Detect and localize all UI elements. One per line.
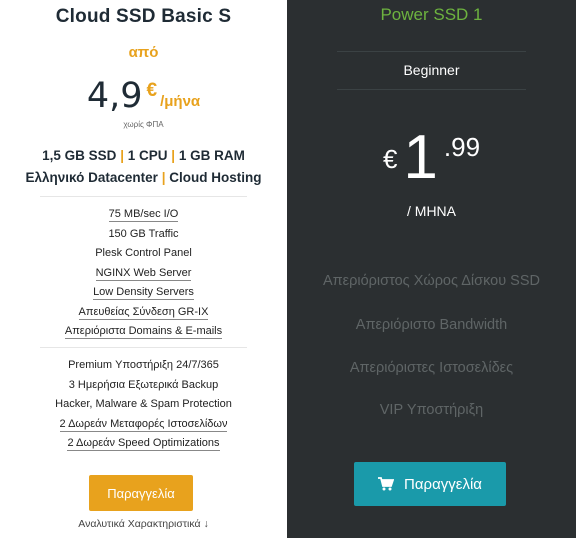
order-button[interactable]: Παραγγελία (354, 462, 506, 506)
price-from-label: από (128, 44, 159, 61)
plan-card-power-ssd-1: Power SSD 1 Beginner € 1 .99 / ΜΗΝΑ Απερ… (287, 0, 576, 538)
spec-datacenter: Ελληνικό Datacenter (25, 170, 158, 185)
spec-separator: | (161, 170, 166, 185)
price-row: 4,9 € /μήνα (0, 76, 287, 120)
feature-item: 150 GB Traffic (0, 225, 287, 245)
feature-tooltip-link[interactable]: 75 MB/sec I/O (108, 208, 179, 222)
feature-item: 2 Δωρεάν Speed Optimizations (0, 434, 287, 454)
spec-summary: 1,5 GB SSD | 1 CPU | 1 GB RAM Ελληνικό D… (0, 145, 287, 189)
spec-line-2: Ελληνικό Datacenter | Cloud Hosting (0, 167, 287, 189)
order-button-label: Παραγγελία (404, 475, 482, 493)
feature-item: Low Density Servers (0, 283, 287, 303)
plan-level: Beginner (403, 62, 460, 78)
price-integer: 1 (403, 123, 438, 192)
feature-item: 2 Δωρεάν Μεταφορές Ιστοσελίδων (0, 415, 287, 435)
feature-list-1: 75 MB/sec I/O 150 GB Traffic Plesk Contr… (0, 205, 287, 342)
spec-ram: 1 GB RAM (178, 148, 245, 163)
feature-item: Plesk Control Panel (0, 244, 287, 264)
feature-label: 150 GB Traffic (108, 227, 179, 240)
price-decimal: .99 (443, 132, 481, 162)
feature-label: Hacker, Malware & Spam Protection (55, 398, 232, 410)
spec-separator: | (171, 148, 176, 163)
order-button[interactable]: Παραγγελία (89, 475, 193, 511)
divider (40, 196, 247, 197)
feature-tooltip-link[interactable]: 2 Δωρεάν Μεταφορές Ιστοσελίδων (59, 417, 228, 432)
feature-label: Plesk Control Panel (95, 247, 192, 259)
feature-item: VIP Υποστήριξη (379, 402, 484, 418)
spec-hosting: Cloud Hosting (169, 170, 262, 185)
feature-tooltip-link[interactable]: Απευθείας Σύνδεση GR-IX (78, 305, 209, 320)
feature-item: 75 MB/sec I/O (0, 205, 287, 225)
price-currency: € (382, 144, 398, 174)
feature-tooltip-link[interactable]: Low Density Servers (93, 286, 194, 300)
spec-cpu: 1 CPU (127, 148, 168, 163)
spec-line-1: 1,5 GB SSD | 1 CPU | 1 GB RAM (0, 145, 287, 167)
feature-item: 3 Ημερήσια Εξωτερικά Backup (0, 376, 287, 396)
feature-label: Premium Υποστήριξη 24/7/365 (68, 359, 219, 371)
divider (337, 51, 526, 52)
price-value: 4,9 (86, 76, 143, 116)
details-link[interactable]: Αναλυτικά Χαρακτηριστικά ↓ (0, 518, 287, 530)
price-period: / ΜΗΝΑ (407, 203, 456, 219)
feature-item: NGINX Web Server (0, 264, 287, 284)
spec-separator: | (120, 148, 124, 163)
feature-item: Απευθείας Σύνδεση GR-IX (0, 303, 287, 323)
plan-title: Cloud SSD Basic S (55, 6, 232, 27)
feature-item: Hacker, Malware & Spam Protection (0, 395, 287, 415)
feature-tooltip-link[interactable]: 2 Δωρεάν Speed Optimizations (67, 437, 220, 451)
cart-icon (378, 477, 395, 491)
feature-list-2: Premium Υποστήριξη 24/7/365 3 Ημερήσια Ε… (0, 356, 287, 454)
feature-item: Premium Υποστήριξη 24/7/365 (0, 356, 287, 376)
feature-item: Απεριόριστες Ιστοσελίδες (349, 360, 514, 376)
divider (40, 347, 247, 348)
spec-ssd: 1,5 GB SSD (42, 148, 117, 163)
price-currency: € (146, 80, 158, 101)
plan-card-cloud-ssd-basic-s: Cloud SSD Basic S από 4,9 € /μήνα χωρίς … (0, 0, 287, 538)
feature-item: Απεριόριστα Domains & E-mails (0, 322, 287, 342)
feature-item: Απεριόριστος Χώρος Δίσκου SSD (323, 273, 540, 289)
price-row: € 1 .99 (287, 123, 576, 192)
feature-item: Απεριόριστο Bandwidth (355, 317, 508, 333)
plan-title: Power SSD 1 (380, 5, 483, 24)
price-period: /μήνα (160, 93, 201, 110)
feature-tooltip-link[interactable]: NGINX Web Server (95, 266, 192, 281)
divider (337, 89, 526, 90)
vat-note: χωρίς ΦΠΑ (123, 120, 164, 129)
feature-label: 3 Ημερήσια Εξωτερικά Backup (68, 378, 219, 391)
feature-tooltip-link[interactable]: Απεριόριστα Domains & E-mails (64, 325, 223, 339)
